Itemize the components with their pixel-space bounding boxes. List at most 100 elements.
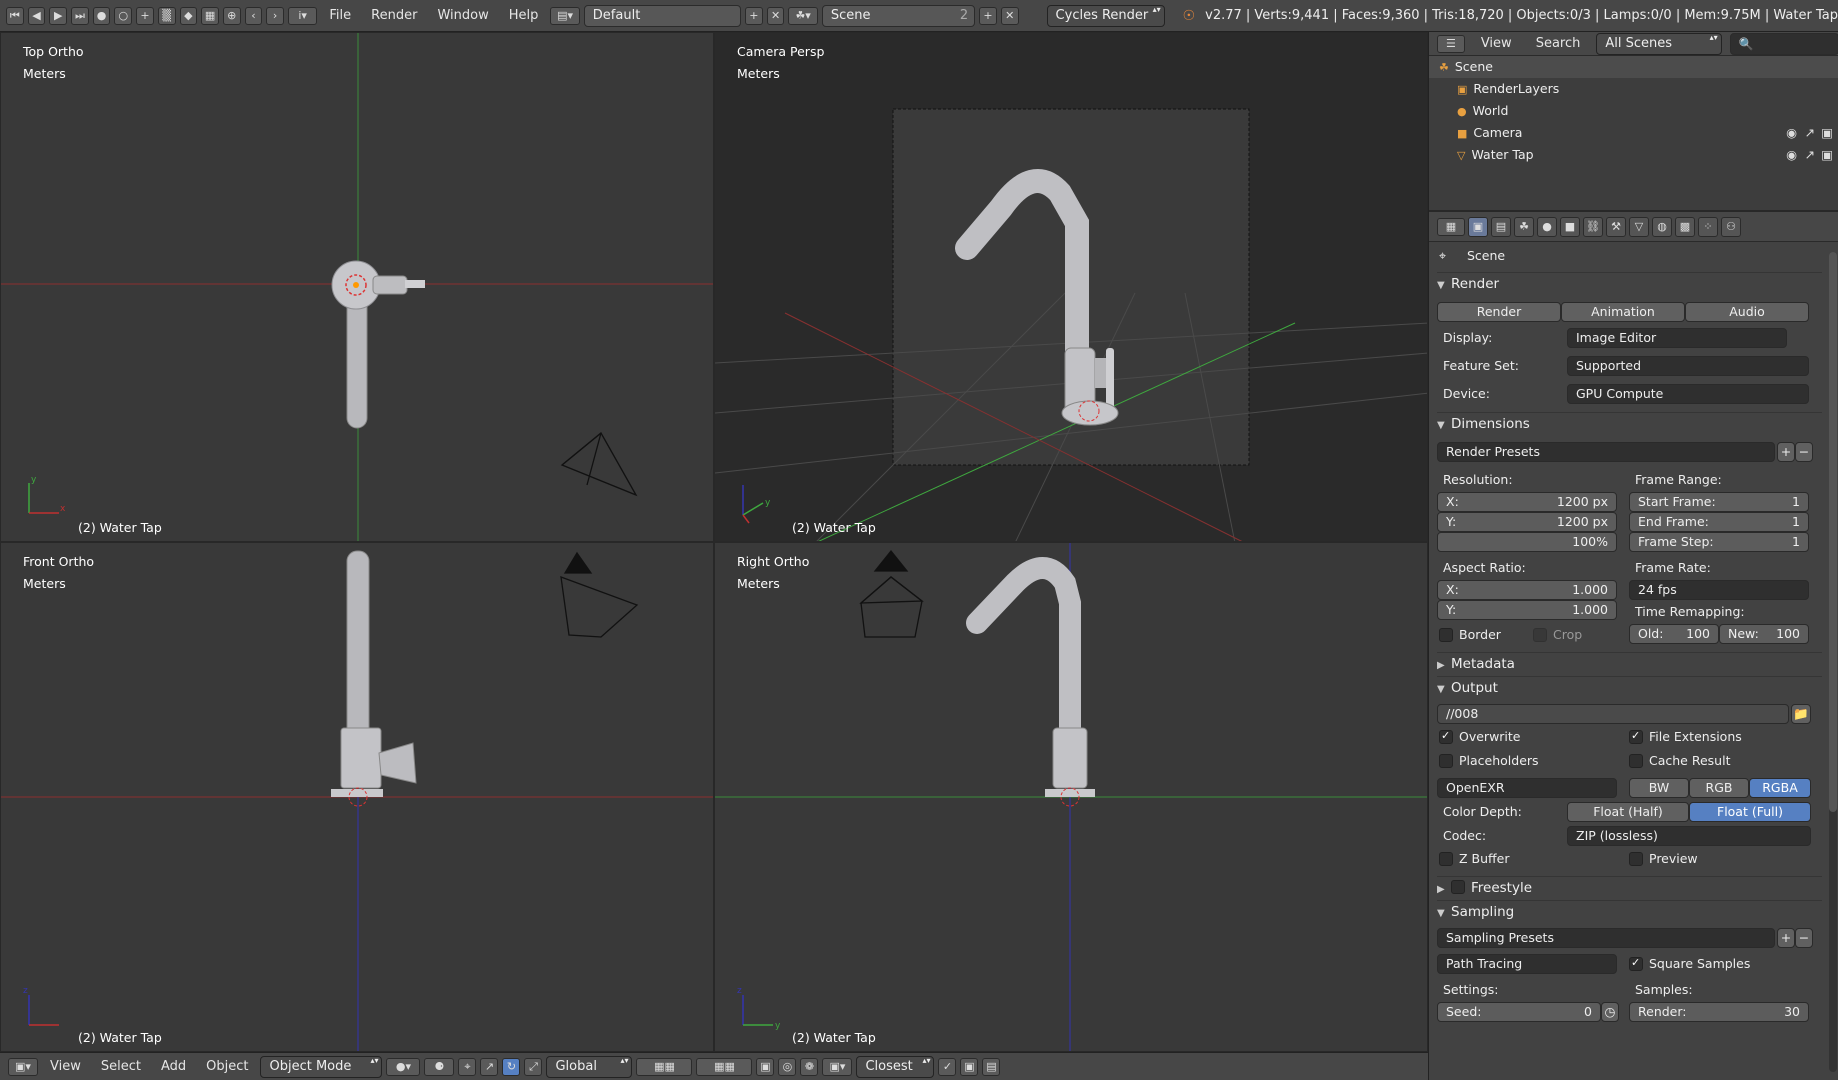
- cache-result-checkbox[interactable]: [1629, 754, 1643, 768]
- properties-editor-icon[interactable]: ▦: [1437, 217, 1465, 236]
- editor-type-icon[interactable]: ▣▾: [8, 1057, 38, 1076]
- data-tab-icon[interactable]: ▽: [1629, 216, 1649, 237]
- frame-step-field[interactable]: Frame Step: 1: [1629, 532, 1809, 552]
- remove-preset-icon[interactable]: −: [1795, 442, 1813, 462]
- shield-icon[interactable]: ◆: [179, 6, 198, 25]
- render-layers-tab-icon[interactable]: ▤: [1491, 216, 1511, 237]
- viewport-top-ortho[interactable]: y x Top Ortho Meters (2) Water Tap: [0, 32, 714, 542]
- scene-field[interactable]: Scene 2: [821, 4, 976, 27]
- feature-set-select[interactable]: Supported: [1567, 356, 1809, 376]
- section-dimensions[interactable]: ▼ Dimensions: [1437, 412, 1822, 434]
- depth-half-button[interactable]: Float (Half): [1567, 802, 1689, 822]
- snap-icon[interactable]: ❁: [800, 1057, 819, 1076]
- file-format-select[interactable]: OpenEXR: [1437, 778, 1617, 798]
- section-metadata[interactable]: ▶ Metadata: [1437, 652, 1822, 674]
- renderable-camera-icon[interactable]: ▣: [1821, 122, 1833, 144]
- material-tab-icon[interactable]: ◍: [1652, 216, 1672, 237]
- selectable-cursor-icon[interactable]: ↗: [1805, 122, 1815, 144]
- file-extensions-checkbox[interactable]: [1629, 729, 1643, 744]
- add-preset-icon[interactable]: +: [1777, 442, 1795, 462]
- manipulator-icon[interactable]: ⌖: [458, 1057, 477, 1076]
- viewport-front-ortho[interactable]: z Front Ortho Meters (2) Water Tap: [0, 542, 714, 1052]
- depth-full-button[interactable]: Float (Full): [1689, 802, 1811, 822]
- menu-help[interactable]: Help: [501, 8, 547, 23]
- remove-screen-icon[interactable]: ✕: [766, 6, 785, 25]
- properties-scrollbar[interactable]: [1829, 252, 1837, 1072]
- render-tab-icon[interactable]: ▣: [1468, 216, 1488, 237]
- render-engine-select[interactable]: Cycles Render: [1046, 4, 1165, 27]
- outliner-menu-search[interactable]: Search: [1528, 36, 1589, 51]
- device-select[interactable]: GPU Compute: [1567, 384, 1809, 404]
- resolution-y-field[interactable]: Y: 1200 px: [1437, 512, 1617, 532]
- camera-object-top[interactable]: [560, 432, 638, 497]
- texture-tab-icon[interactable]: ▩: [1675, 216, 1695, 237]
- plus-circle-icon[interactable]: ⊕: [222, 6, 241, 25]
- start-frame-field[interactable]: Start Frame: 1: [1629, 492, 1809, 512]
- modifiers-tab-icon[interactable]: ⚒: [1606, 216, 1626, 237]
- record-icon[interactable]: ●: [92, 6, 111, 25]
- remap-new-field[interactable]: New: 100: [1719, 624, 1809, 644]
- outliner-search-input[interactable]: 🔍: [1729, 32, 1838, 55]
- codec-select[interactable]: ZIP (lossless): [1567, 826, 1811, 846]
- keying-icon[interactable]: ○: [114, 6, 133, 25]
- remove-sampling-preset-icon[interactable]: −: [1795, 928, 1813, 948]
- proportional-icon[interactable]: ◎: [778, 1057, 797, 1076]
- sampling-presets-select[interactable]: Sampling Presets: [1437, 928, 1775, 948]
- mode-select[interactable]: Object Mode: [260, 1055, 383, 1078]
- menu-select[interactable]: Select: [93, 1059, 149, 1074]
- checker-icon[interactable]: ▒: [157, 6, 176, 25]
- folder-icon[interactable]: 📁: [1791, 704, 1811, 724]
- object-tab-icon[interactable]: ■: [1560, 216, 1580, 237]
- freestyle-checkbox[interactable]: [1451, 880, 1465, 894]
- layers-icon[interactable]: ▦▦: [636, 1057, 693, 1076]
- shading-icon[interactable]: ●▾: [386, 1057, 421, 1076]
- remove-scene-icon[interactable]: ✕: [1000, 6, 1019, 25]
- resolution-x-field[interactable]: X: 1200 px: [1437, 492, 1617, 512]
- color-rgba-button[interactable]: RGBA: [1749, 778, 1811, 798]
- preview-checkbox[interactable]: [1629, 852, 1643, 866]
- pivot-icon[interactable]: ⚈: [424, 1057, 455, 1076]
- translate-icon[interactable]: ↗: [480, 1057, 499, 1076]
- zbuffer-checkbox[interactable]: [1439, 852, 1453, 866]
- jump-end-icon[interactable]: ⏭: [71, 6, 89, 25]
- water-tap-right-model[interactable]: [966, 557, 1095, 807]
- outliner-item[interactable]: ● World: [1429, 100, 1838, 122]
- snap-target-select[interactable]: Closest: [856, 1055, 935, 1078]
- visibility-eye-icon[interactable]: ◉: [1786, 122, 1797, 144]
- screen-layout-field[interactable]: Default: [583, 4, 742, 27]
- border-checkbox[interactable]: [1439, 628, 1453, 642]
- outliner-menu-view[interactable]: View: [1473, 36, 1520, 51]
- section-render[interactable]: ▼ Render: [1437, 272, 1822, 294]
- outliner-editor-icon[interactable]: ☰: [1437, 34, 1465, 53]
- water-tap-top-model[interactable]: [331, 260, 425, 429]
- add-screen-icon[interactable]: +: [745, 6, 763, 25]
- prev-icon[interactable]: ‹: [244, 6, 263, 25]
- outliner-item[interactable]: ■ Camera ◉ ↗ ▣: [1429, 122, 1838, 144]
- world-tab-icon[interactable]: ●: [1537, 216, 1557, 237]
- render-presets-select[interactable]: Render Presets: [1437, 442, 1775, 462]
- animation-button[interactable]: Animation: [1561, 302, 1685, 322]
- visibility-eye-icon[interactable]: ◉: [1786, 144, 1797, 166]
- seed-field[interactable]: Seed: 0: [1437, 1002, 1601, 1022]
- scene-icon[interactable]: ☘▾: [788, 6, 818, 25]
- section-freestyle[interactable]: ▶ Freestyle: [1437, 876, 1822, 898]
- outliner-item[interactable]: ☘ Scene: [1429, 56, 1838, 78]
- step-back-icon[interactable]: ◀: [27, 6, 46, 25]
- rotate-icon[interactable]: ↻: [502, 1057, 521, 1076]
- display-select[interactable]: Image Editor: [1567, 328, 1787, 348]
- outliner-item[interactable]: ▽ Water Tap ◉ ↗ ▣: [1429, 144, 1838, 166]
- render-button[interactable]: Render: [1437, 302, 1561, 322]
- renderable-camera-icon[interactable]: ▣: [1821, 144, 1833, 166]
- menu-object[interactable]: Object: [198, 1059, 256, 1074]
- selectable-cursor-icon[interactable]: ↗: [1805, 144, 1815, 166]
- render-samples-field[interactable]: Render: 30: [1629, 1002, 1809, 1022]
- water-tap-front-model[interactable]: [331, 550, 417, 807]
- section-output[interactable]: ▼ Output: [1437, 676, 1822, 698]
- new-icon[interactable]: +: [136, 6, 154, 25]
- lock-icon[interactable]: ▣: [756, 1057, 775, 1076]
- crop-checkbox[interactable]: [1533, 628, 1547, 642]
- integrator-select[interactable]: Path Tracing: [1437, 954, 1617, 974]
- menu-view[interactable]: View: [42, 1059, 89, 1074]
- render-anim-icon[interactable]: ▤: [982, 1057, 1001, 1076]
- aspect-x-field[interactable]: X: 1.000: [1437, 580, 1617, 600]
